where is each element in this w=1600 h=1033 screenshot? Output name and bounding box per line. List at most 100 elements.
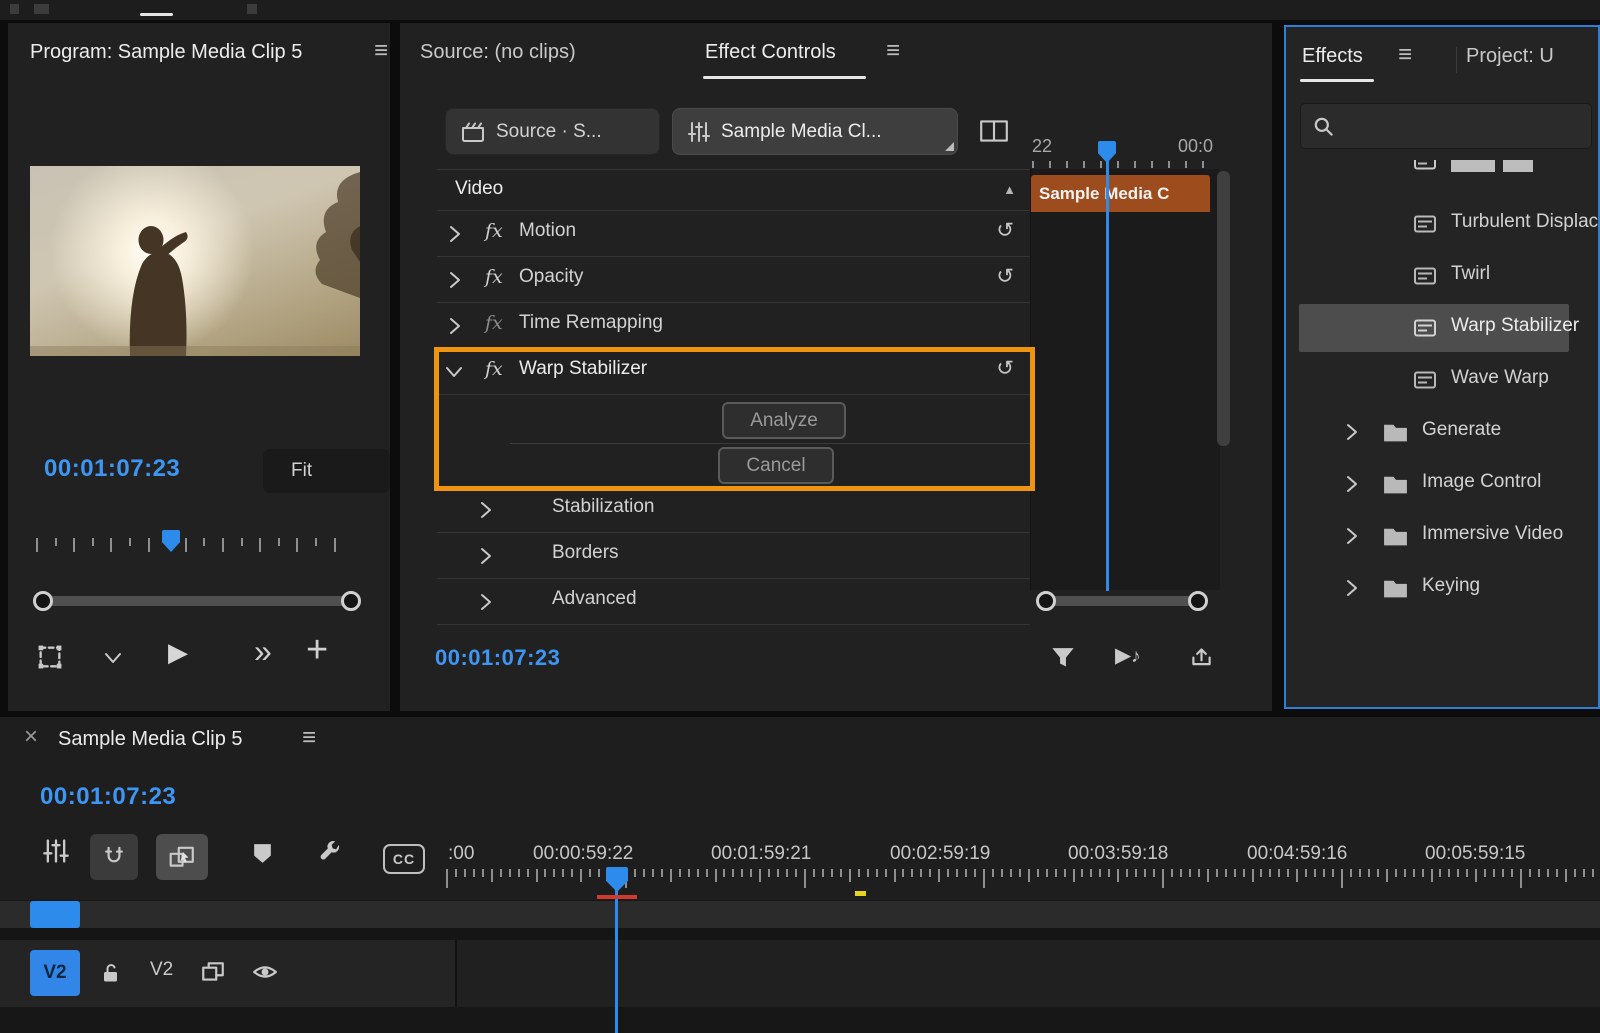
effects-list-item[interactable]: Wave Warp	[1299, 356, 1589, 404]
mini-zoom-scrollbar[interactable]	[1030, 583, 1220, 617]
effects-folder-item[interactable]: Immersive Video	[1299, 512, 1589, 560]
program-zoom-scrollbar[interactable]	[8, 585, 390, 617]
add-marker-icon[interactable]	[250, 841, 275, 865]
program-timecode[interactable]: 00:01:07:23	[44, 455, 180, 483]
export-frame-icon[interactable]	[1188, 643, 1215, 669]
group-row-stabilization[interactable]: Stabilization	[437, 487, 1030, 533]
chevron-right-icon[interactable]	[447, 270, 463, 290]
program-panel-title: Program: Sample Media Clip 5	[30, 41, 303, 63]
chevron-right-icon[interactable]	[1344, 578, 1360, 598]
program-zoom-handle-right[interactable]	[341, 591, 361, 611]
timeline-tab[interactable]: Sample Media Clip 5	[58, 728, 243, 751]
timeline-panel-menu-icon[interactable]: ≡	[302, 726, 316, 750]
reset-effect-icon[interactable]: ↺	[996, 220, 1014, 241]
effects-folder-item[interactable]: Keying	[1299, 564, 1589, 612]
folder-item-label: Generate	[1422, 419, 1502, 440]
linked-selection-button[interactable]	[156, 834, 208, 880]
playhead-red-marker	[597, 895, 637, 899]
effect-row-time-remapping[interactable]: fx Time Remapping	[437, 303, 1030, 349]
fx-badge[interactable]: fx	[485, 266, 503, 288]
program-zoom-handle-left[interactable]	[33, 591, 53, 611]
tab-effect-controls[interactable]: Effect Controls	[705, 41, 836, 64]
mini-ruler-ticks[interactable]	[1032, 161, 1220, 169]
effects-search-input[interactable]	[1345, 104, 1585, 148]
track-visibility-eye-icon[interactable]	[252, 960, 278, 984]
play-button[interactable]: ▶	[168, 639, 188, 665]
captions-toggle[interactable]: CC	[383, 844, 425, 874]
video-section-header[interactable]: Video ▲	[437, 169, 1030, 211]
fx-badge[interactable]: fx	[485, 220, 503, 242]
program-mini-ruler[interactable]	[30, 528, 340, 558]
effects-list-item[interactable]: Twirl	[1299, 252, 1589, 300]
effects-folder-item[interactable]: Generate	[1299, 408, 1589, 456]
close-tab-icon[interactable]: ×	[24, 725, 38, 749]
program-zoom-track[interactable]	[42, 596, 350, 606]
effects-panel-menu-icon[interactable]: ≡	[1398, 43, 1412, 67]
filter-icon[interactable]	[1050, 645, 1076, 669]
mini-timeline-playhead[interactable]	[1098, 141, 1116, 163]
effects-folder-item[interactable]: Image Control	[1299, 460, 1589, 508]
timeline-scroll-handle[interactable]	[30, 901, 80, 928]
track-target-badge[interactable]: V2	[30, 950, 80, 996]
split-view-toggle-icon[interactable]	[978, 117, 1010, 145]
mini-clip-bar[interactable]: Sample Media C	[1031, 175, 1210, 212]
fit-dropdown-label: Fit	[291, 460, 313, 481]
effect-row-label: Opacity	[519, 266, 584, 287]
mini-vertical-scrollbar[interactable]	[1217, 171, 1230, 446]
effects-search-box[interactable]	[1300, 103, 1592, 149]
group-row-advanced[interactable]: Advanced	[437, 579, 1030, 625]
source-clip-button[interactable]: Source · S...	[445, 108, 660, 155]
group-row-borders[interactable]: Borders	[437, 533, 1030, 579]
mini-zoom-handle-right[interactable]	[1188, 591, 1208, 611]
timeline-timecode[interactable]: 00:01:07:23	[40, 783, 176, 811]
effect-controls-timecode[interactable]: 00:01:07:23	[435, 645, 560, 671]
effect-row-opacity[interactable]: fx Opacity ↺	[437, 257, 1030, 303]
fx-badge[interactable]: fx	[485, 312, 503, 334]
chevron-down-icon[interactable]	[101, 649, 125, 667]
chevron-right-icon[interactable]	[478, 546, 494, 566]
effects-list-item[interactable]: Turbulent Displace	[1299, 200, 1598, 248]
collapse-section-icon[interactable]: ▲	[1003, 182, 1016, 197]
effect-controls-panel-menu-icon[interactable]: ≡	[886, 39, 900, 63]
timeline-scroll-band[interactable]	[0, 900, 1600, 929]
fast-forward-icon[interactable]: »	[254, 635, 272, 667]
ruler-label: 00:00:59:22	[533, 843, 634, 864]
chevron-right-icon[interactable]	[1344, 526, 1360, 546]
reset-effect-icon[interactable]: ↺	[996, 266, 1014, 287]
track-lock-icon[interactable]	[99, 960, 123, 986]
effect-row-label: Time Remapping	[519, 312, 663, 333]
mini-zoom-track[interactable]	[1046, 596, 1198, 606]
effect-item-label: Warp Stabilizer	[1451, 315, 1580, 336]
chevron-right-icon[interactable]	[1344, 474, 1360, 494]
add-button-icon[interactable]: +	[306, 631, 328, 669]
effect-item-icon	[1414, 215, 1436, 233]
selected-clip-button[interactable]: Sample Media Cl...	[672, 108, 958, 155]
program-panel-menu-icon[interactable]: ≡	[374, 39, 388, 63]
tab-project[interactable]: Project: U	[1466, 45, 1554, 68]
track-name-label[interactable]: V2	[150, 959, 173, 981]
chevron-right-icon[interactable]	[1344, 422, 1360, 442]
window-chrome-fragment	[10, 4, 19, 14]
chevron-right-icon[interactable]	[478, 500, 494, 520]
tab-effects[interactable]: Effects	[1302, 45, 1363, 68]
effect-controls-panel: Source: (no clips) Effect Controls ≡ Sou…	[400, 23, 1272, 711]
effects-list-item-clipped[interactable]	[1299, 160, 1569, 186]
ruler-label: 00:04:59:16	[1247, 843, 1348, 864]
mask-tool-icon[interactable]	[36, 643, 64, 671]
track-sync-icon[interactable]	[200, 960, 226, 984]
play-around-icon[interactable]: ▶♪	[1115, 643, 1141, 668]
tab-source-monitor[interactable]: Source: (no clips)	[420, 41, 576, 64]
wrench-settings-icon[interactable]	[316, 838, 343, 865]
timeline-settings-icon[interactable]	[42, 837, 70, 865]
chevron-right-icon[interactable]	[478, 592, 494, 612]
effects-list-item-selected[interactable]: Warp Stabilizer	[1299, 304, 1579, 352]
fit-dropdown[interactable]: Fit	[263, 449, 390, 493]
program-video-preview	[30, 166, 360, 356]
mini-zoom-handle-left[interactable]	[1036, 591, 1056, 611]
effect-row-motion[interactable]: fx Motion ↺	[437, 211, 1030, 257]
chevron-right-icon[interactable]	[447, 224, 463, 244]
chevron-right-icon[interactable]	[447, 316, 463, 336]
group-row-label: Borders	[552, 542, 619, 563]
snap-toggle-button[interactable]	[90, 834, 138, 880]
captions-label: CC	[392, 851, 416, 867]
